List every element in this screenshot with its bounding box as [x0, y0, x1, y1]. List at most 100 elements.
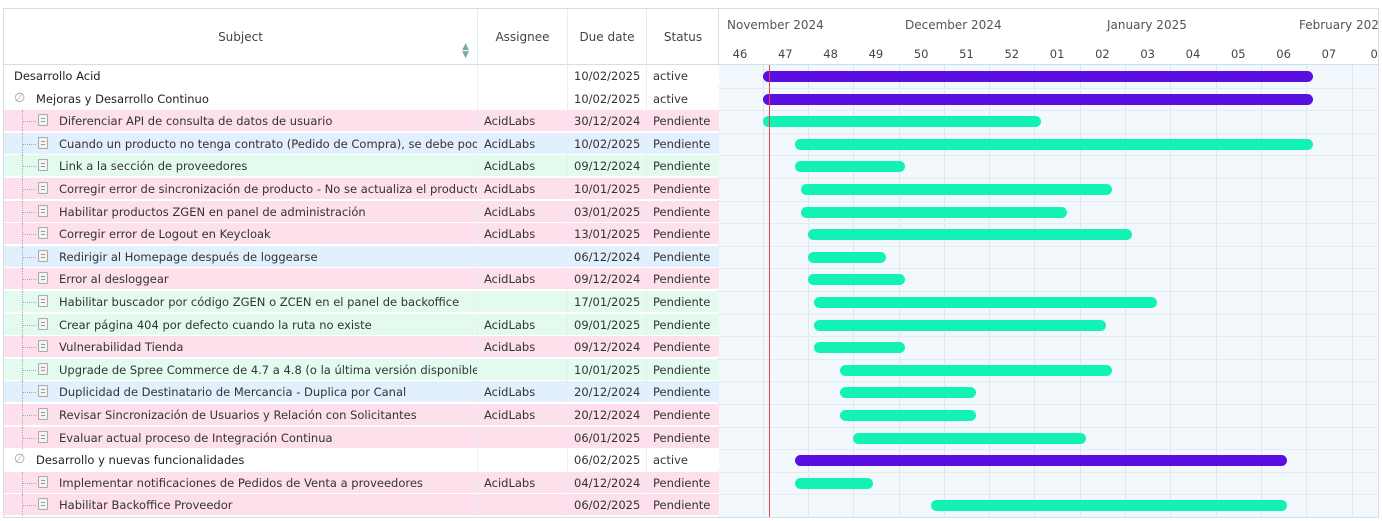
row-gridline: [719, 494, 1378, 496]
subject-link[interactable]: Habilitar buscador por código ZGEN o ZCE…: [59, 291, 459, 313]
month-label: January 2025: [1107, 18, 1187, 32]
week-label: 06: [1276, 47, 1291, 61]
task-row[interactable]: Evaluar actual proceso de Integración Co…: [4, 426, 719, 449]
column-header-status[interactable]: Status: [647, 9, 719, 65]
column-header-due-date[interactable]: Due date: [568, 9, 647, 65]
subject-link[interactable]: Corregir error de Logout en Keycloak: [59, 223, 271, 245]
subject-cell: Cuando un producto no tenga contrato (Pe…: [4, 132, 478, 155]
task-row[interactable]: Revisar Sincronización de Usuarios y Rel…: [4, 404, 719, 426]
task-row[interactable]: Habilitar productos ZGEN en panel de adm…: [4, 200, 719, 223]
task-row[interactable]: Corregir error de Logout en Keycloak Acid…: [4, 223, 719, 246]
row-gridline: [719, 268, 1378, 270]
task-row[interactable]: Habilitar buscador por código ZGEN o ZCE…: [4, 291, 719, 313]
subject-link[interactable]: Habilitar productos ZGEN en panel de adm…: [59, 201, 366, 223]
tree-connector: [22, 415, 36, 416]
tree-connector: [22, 143, 36, 145]
task-bar[interactable]: [814, 297, 1158, 308]
task-row[interactable]: Link a la sección de proveedores AcidLabs…: [4, 155, 719, 178]
task-row[interactable]: Error al desloggear AcidLabs 09/12/2024 Pen…: [4, 268, 719, 291]
subject-link[interactable]: Diferenciar API de consulta de datos de …: [59, 110, 332, 132]
task-bar[interactable]: [853, 432, 1087, 444]
tree-connector: [22, 211, 36, 213]
task-row[interactable]: Cuando un producto no tenga contrato (Pe…: [4, 132, 719, 155]
subject-link[interactable]: Upgrade de Spree Commerce de 4.7 a 4.8 (…: [59, 359, 477, 381]
tree-connector: [22, 347, 36, 349]
subject-link[interactable]: Vulnerabilidad Tienda: [59, 336, 183, 358]
assignee-cell: [478, 65, 568, 87]
subject-link[interactable]: Cuando un producto no tenga contrato (Pe…: [59, 133, 477, 155]
project-row[interactable]: Desarrollo Acid 10/02/2025 active: [4, 65, 719, 87]
task-bar[interactable]: [795, 138, 1313, 150]
week-label: 05: [1230, 47, 1246, 61]
subject-cell: Duplicidad de Destinatario de Mercancia …: [4, 381, 478, 404]
subject-link[interactable]: Habilitar Backoffice Proveedor: [59, 494, 233, 516]
summary-bar[interactable]: [795, 455, 1287, 467]
subject-link[interactable]: Crear página 404 por defecto cuando la r…: [59, 314, 372, 336]
column-header-assignee[interactable]: Assignee: [478, 9, 568, 65]
task-bar[interactable]: [762, 116, 1041, 128]
status-cell: Pendiente: [653, 317, 711, 332]
assignee-cell: AcidLabs: [478, 223, 568, 246]
task-bar[interactable]: [801, 184, 1113, 195]
group-row[interactable]: ∅ Mejoras y Desarrollo Continuo 10/02/2025…: [4, 87, 719, 110]
assignee-cell: [478, 87, 568, 110]
subject-link[interactable]: Mejoras y Desarrollo Continuo: [36, 88, 209, 110]
grid-header: Subject ▲ ▼ Assignee Due date Status: [4, 9, 719, 65]
task-bar[interactable]: [930, 500, 1287, 512]
today-line: [769, 65, 771, 517]
row-gridline: [719, 336, 1378, 338]
column-header-subject[interactable]: Subject ▲ ▼: [4, 9, 478, 65]
task-row[interactable]: Duplicidad de Destinatario de Mercancia …: [4, 381, 719, 404]
subject-link[interactable]: Redirigir al Homepage después de loggear…: [59, 246, 318, 268]
task-row[interactable]: Diferenciar API de consulta de datos de …: [4, 110, 719, 133]
subject-link[interactable]: Implementar notificaciones de Pedidos de…: [59, 472, 423, 494]
task-row[interactable]: Upgrade de Spree Commerce de 4.7 a 4.8 (…: [4, 358, 719, 381]
row-gridline: [719, 223, 1378, 225]
group-icon[interactable]: ∅: [14, 449, 25, 471]
task-bar[interactable]: [795, 161, 905, 173]
sort-icon[interactable]: ▲ ▼: [462, 43, 469, 60]
task-bar[interactable]: [795, 477, 873, 489]
assignee-cell: [478, 426, 568, 449]
summary-bar[interactable]: [762, 71, 1313, 82]
due-date-cell: 09/12/2024: [568, 336, 647, 359]
summary-bar[interactable]: [762, 93, 1313, 105]
task-bar[interactable]: [801, 206, 1067, 218]
assignee-cell: [478, 449, 568, 472]
task-row[interactable]: Implementar notificaciones de Pedidos de…: [4, 471, 719, 494]
status-cell: Pendiente: [653, 227, 711, 242]
task-bar[interactable]: [807, 229, 1132, 241]
task-row[interactable]: Redirigir al Homepage después de loggear…: [4, 245, 719, 268]
subject-link[interactable]: Link a la sección de proveedores: [59, 155, 247, 177]
due-date-cell: 20/12/2024: [568, 404, 647, 426]
assignee-cell: AcidLabs: [478, 471, 568, 494]
task-row[interactable]: Habilitar Backoffice Proveedor 06/02/2025…: [4, 494, 719, 517]
task-bar[interactable]: [814, 342, 905, 354]
task-bar[interactable]: [840, 387, 977, 399]
subject-cell: Desarrollo Acid: [4, 65, 478, 87]
subject-link[interactable]: Evaluar actual proceso de Integración Co…: [59, 427, 333, 449]
task-row[interactable]: Vulnerabilidad Tienda AcidLabs 09/12/2024 P…: [4, 336, 719, 359]
subject-link[interactable]: Desarrollo y nuevas funcionalidades: [36, 449, 244, 471]
task-bar[interactable]: [807, 274, 905, 286]
task-row[interactable]: Corregir error de sincronización de prod…: [4, 178, 719, 200]
due-date-cell: 09/12/2024: [568, 268, 647, 291]
task-bar[interactable]: [840, 410, 977, 421]
task-icon: [38, 159, 48, 172]
subject-link[interactable]: Duplicidad de Destinatario de Mercancia …: [59, 381, 406, 403]
task-row[interactable]: Crear página 404 por defecto cuando la r…: [4, 313, 719, 336]
week-label: 47: [777, 47, 793, 61]
subject-link[interactable]: Desarrollo Acid: [14, 65, 101, 87]
task-bar[interactable]: [814, 319, 1106, 331]
subject-link[interactable]: Revisar Sincronización de Usuarios y Rel…: [59, 404, 417, 426]
task-bar[interactable]: [807, 251, 886, 263]
task-bar[interactable]: [840, 364, 1113, 376]
assignee-cell: AcidLabs: [478, 313, 568, 336]
subject-link[interactable]: Error al desloggear: [59, 268, 169, 290]
group-row[interactable]: ∅ Desarrollo y nuevas funcionalidades 06/0…: [4, 449, 719, 472]
row-gridline: [719, 132, 1378, 134]
subject-cell: Habilitar buscador por código ZGEN o ZCE…: [4, 291, 478, 313]
group-icon[interactable]: ∅: [14, 88, 25, 110]
subject-link[interactable]: Corregir error de sincronización de prod…: [59, 178, 477, 200]
tree-connector: [22, 189, 36, 190]
